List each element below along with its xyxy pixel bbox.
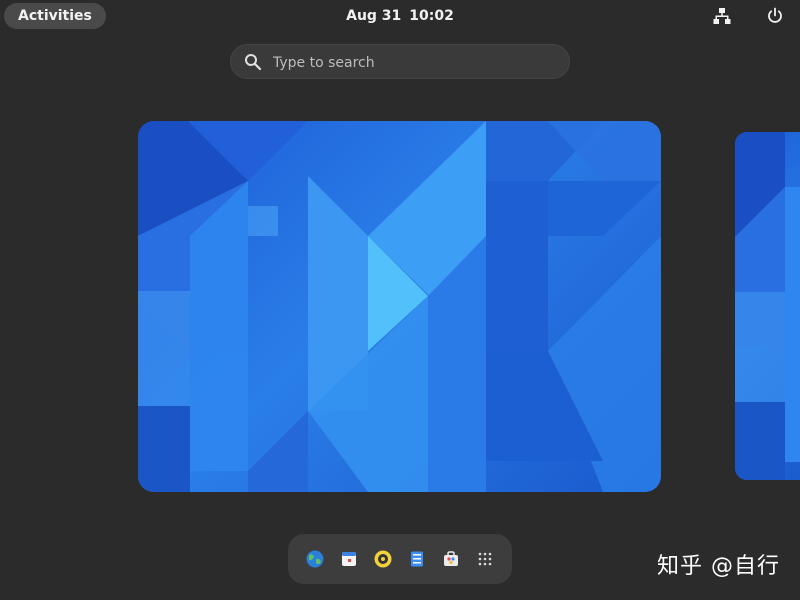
wallpaper — [138, 121, 661, 492]
top-bar: Activities Aug 31 10:02 — [0, 0, 800, 32]
search-bar[interactable] — [230, 44, 570, 79]
globe-icon — [306, 550, 324, 568]
clock: Aug 31 10:02 — [0, 0, 800, 32]
network-wired-icon[interactable] — [712, 6, 732, 26]
dash-item-software[interactable] — [439, 547, 463, 571]
workspace-thumbnail-next[interactable] — [735, 132, 800, 480]
files-icon — [411, 551, 423, 567]
dash-item-music-player[interactable] — [371, 547, 395, 571]
dash — [288, 534, 512, 584]
software-center-icon — [444, 551, 458, 566]
search-icon — [244, 53, 262, 71]
clock-date[interactable]: Aug 31 — [346, 8, 401, 24]
dash-item-show-apps[interactable] — [473, 547, 497, 571]
calendar-icon — [342, 552, 356, 566]
watermark: 知乎 @自行 — [657, 554, 780, 579]
dash-item-calendar[interactable] — [337, 547, 361, 571]
disc-icon — [374, 550, 392, 568]
clock-time[interactable]: 10:02 — [409, 8, 454, 24]
power-icon[interactable] — [765, 6, 785, 26]
app-grid-icon — [478, 552, 492, 566]
dash-item-files[interactable] — [405, 547, 429, 571]
wallpaper-next — [735, 132, 800, 480]
dash-item-web-browser[interactable] — [303, 547, 327, 571]
search-input[interactable] — [271, 50, 555, 76]
activities-button[interactable]: Activities — [4, 3, 106, 29]
workspace-thumbnail-active[interactable] — [138, 121, 661, 492]
